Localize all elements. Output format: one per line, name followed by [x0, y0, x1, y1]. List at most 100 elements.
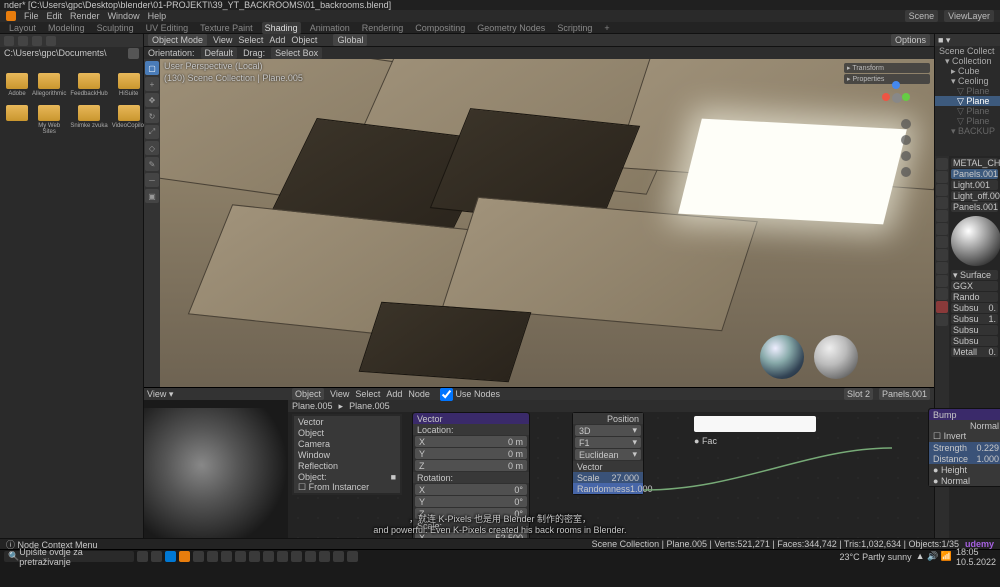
- prop-tab-particle-icon[interactable]: [936, 249, 948, 261]
- rot-y[interactable]: Y0°: [415, 496, 527, 507]
- image-preview[interactable]: [144, 408, 288, 551]
- outliner-item[interactable]: ▾ Collection: [935, 56, 1000, 66]
- recycle-icon[interactable]: [128, 48, 139, 59]
- tab-add[interactable]: +: [601, 22, 612, 34]
- node-menu-node[interactable]: Node: [408, 389, 430, 399]
- use-nodes-checkbox[interactable]: [440, 388, 453, 401]
- nav-refresh-icon[interactable]: [46, 36, 56, 46]
- node-type-dropdown[interactable]: Object: [292, 388, 324, 400]
- vp-menu-view[interactable]: View: [213, 35, 232, 45]
- bump-strength[interactable]: Strength0.229: [929, 442, 1000, 453]
- prop-tab-physics-icon[interactable]: [936, 262, 948, 274]
- mat-name[interactable]: Panels.001: [951, 202, 998, 212]
- outliner-item[interactable]: ▽ Plane: [935, 116, 1000, 126]
- mat-slot-2[interactable]: Panels.001: [951, 169, 998, 179]
- tool-annotate-icon[interactable]: ✎: [145, 157, 159, 171]
- mat-slot-1[interactable]: METAL_CHE: [951, 158, 998, 168]
- prop-tab-output-icon[interactable]: [936, 171, 948, 183]
- vp-menu-add[interactable]: Add: [269, 35, 285, 45]
- bump-node[interactable]: Bump Normal ☐ Invert Strength0.229 Dista…: [928, 408, 1000, 487]
- object-field[interactable]: ■: [391, 472, 396, 482]
- nav-back-icon[interactable]: [4, 36, 14, 46]
- taskbar-app-icon[interactable]: [165, 551, 176, 562]
- camera-icon[interactable]: [901, 151, 911, 161]
- vp-menu-object[interactable]: Object: [291, 35, 317, 45]
- prop-tab-world-icon[interactable]: [936, 210, 948, 222]
- tool-addcube-icon[interactable]: ▣: [145, 189, 159, 203]
- outliner-item[interactable]: ▽ Plane: [935, 96, 1000, 106]
- dist-ggx[interactable]: GGX: [951, 281, 998, 291]
- tab-sculpting[interactable]: Sculpting: [94, 22, 137, 34]
- voronoi-node[interactable]: Position 3D▾ F1▾ Euclidean▾ Vector Scale…: [572, 412, 644, 495]
- node-menu-select[interactable]: Select: [355, 389, 380, 399]
- menu-help[interactable]: Help: [148, 11, 167, 21]
- metall-row[interactable]: Metall0.: [951, 347, 998, 357]
- tab-compositing[interactable]: Compositing: [412, 22, 468, 34]
- bump-invert[interactable]: ☐ Invert: [929, 431, 1000, 442]
- taskbar-app-icon[interactable]: [305, 551, 316, 562]
- prop-tab-view-icon[interactable]: [936, 184, 948, 196]
- taskbar-app-icon[interactable]: [249, 551, 260, 562]
- outliner-item[interactable]: ▸ Cube: [935, 66, 1000, 76]
- tab-rendering[interactable]: Rendering: [359, 22, 407, 34]
- taskbar-app-icon[interactable]: [235, 551, 246, 562]
- taskbar-app-icon[interactable]: [347, 551, 358, 562]
- folder-item[interactable]: [6, 105, 28, 135]
- material-dropdown[interactable]: Panels.001: [879, 388, 930, 400]
- outliner-item[interactable]: ▾ Ceoling: [935, 76, 1000, 86]
- menu-file[interactable]: File: [24, 11, 39, 21]
- folder-item[interactable]: Snimke zvuka: [70, 105, 107, 135]
- drag-dropdown[interactable]: Select Box: [271, 47, 322, 59]
- folder-item[interactable]: Adobe: [6, 73, 28, 97]
- taskbar-app-icon[interactable]: [277, 551, 288, 562]
- menu-edit[interactable]: Edit: [47, 11, 63, 21]
- options-button[interactable]: Options: [891, 34, 930, 46]
- tool-measure-icon[interactable]: ─: [145, 173, 159, 187]
- obj-pin[interactable]: Plane.005: [292, 401, 333, 411]
- n-panel-transform[interactable]: ▸ Transform: [844, 63, 930, 73]
- subsu-row2[interactable]: Subsu1.: [951, 314, 998, 324]
- transform-orientation[interactable]: Global: [333, 34, 367, 46]
- rot-x[interactable]: X0°: [415, 484, 527, 495]
- folder-item[interactable]: Allegorithmic: [32, 73, 66, 97]
- tool-select-box-icon[interactable]: ▢: [145, 61, 159, 75]
- tool-rotate-icon[interactable]: ↻: [145, 109, 159, 123]
- folder-item[interactable]: FeedbackHub: [70, 73, 107, 97]
- tab-scripting[interactable]: Scripting: [554, 22, 595, 34]
- zoom-icon[interactable]: [901, 119, 911, 129]
- tab-animation[interactable]: Animation: [307, 22, 353, 34]
- taskbar-tray[interactable]: 23°C Partly sunny ▲ 🔊 📶 18:0510.5.2022: [839, 547, 996, 567]
- taskbar-app-icon[interactable]: [193, 551, 204, 562]
- 3d-viewport[interactable]: User Perspective (Local) (130) Scene Col…: [160, 59, 934, 387]
- fb-path[interactable]: C:\Users\gpc\Documents\: [0, 47, 143, 59]
- scene-selector[interactable]: Scene: [905, 10, 939, 22]
- feature-dropdown[interactable]: F1▾: [575, 437, 641, 448]
- tab-modeling[interactable]: Modeling: [45, 22, 88, 34]
- outliner[interactable]: Scene Collect▾ Collection▸ Cube▾ Ceoling…: [935, 46, 1000, 156]
- loc-y[interactable]: Y0 m: [415, 448, 527, 459]
- clock[interactable]: 18:0510.5.2022: [956, 547, 996, 567]
- tool-move-icon[interactable]: ✥: [145, 93, 159, 107]
- folder-item[interactable]: HiSuite: [112, 73, 146, 97]
- node-menu-view[interactable]: View: [330, 389, 349, 399]
- loc-x[interactable]: X0 m: [415, 436, 527, 447]
- taskbar-app-icon[interactable]: [291, 551, 302, 562]
- weather-widget[interactable]: 23°C Partly sunny: [839, 552, 911, 562]
- randomness-field[interactable]: Randomness1.000: [573, 483, 643, 494]
- taskbar-app-icon[interactable]: [151, 551, 162, 562]
- taskbar-app-icon[interactable]: [263, 551, 274, 562]
- vp-menu-select[interactable]: Select: [238, 35, 263, 45]
- mat-slot-4[interactable]: Light_off.001: [951, 191, 998, 201]
- bump-distance[interactable]: Distance1.000: [929, 453, 1000, 464]
- color-field[interactable]: [694, 416, 816, 432]
- navigation-gizmo[interactable]: [878, 79, 914, 115]
- folder-item[interactable]: VideoCopilot: [112, 105, 146, 135]
- nav-up-icon[interactable]: [32, 36, 42, 46]
- loc-z[interactable]: Z0 m: [415, 460, 527, 471]
- nav-fwd-icon[interactable]: [18, 36, 28, 46]
- taskbar-search[interactable]: 🔍 Upišite ovdje za pretraživanje: [4, 551, 134, 562]
- taskbar-app-icon[interactable]: [333, 551, 344, 562]
- taskbar-blender-icon[interactable]: [179, 551, 190, 562]
- tool-cursor-icon[interactable]: +: [145, 77, 159, 91]
- prop-tab-render-icon[interactable]: [936, 158, 948, 170]
